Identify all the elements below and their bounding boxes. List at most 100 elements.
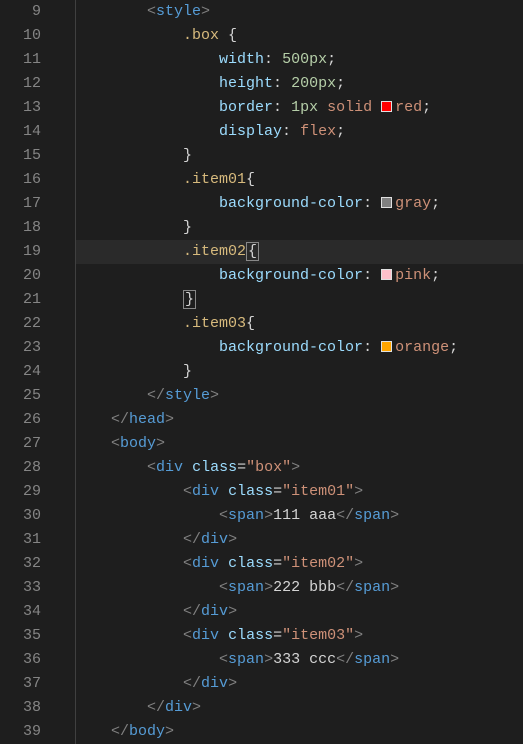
line-number: 15	[0, 144, 41, 168]
token-punc: >	[228, 531, 237, 548]
color-swatch-icon	[381, 269, 392, 280]
token-brace: }	[183, 363, 192, 380]
code-line[interactable]: <div class="box">	[75, 456, 523, 480]
code-line[interactable]: .item02{	[75, 240, 523, 264]
token-tag: div	[165, 699, 192, 716]
code-area[interactable]: <style> .box { width: 500px; height: 200…	[55, 0, 523, 744]
line-number: 38	[0, 696, 41, 720]
line-number: 28	[0, 456, 41, 480]
token-tag: span	[228, 579, 264, 596]
code-line[interactable]: background-color: pink;	[75, 264, 523, 288]
token-tag: span	[354, 507, 390, 524]
token-punc: </	[183, 675, 201, 692]
token-tag: style	[156, 3, 201, 20]
line-number: 31	[0, 528, 41, 552]
code-line[interactable]: </body>	[75, 720, 523, 744]
code-line[interactable]: .item03{	[75, 312, 523, 336]
token-brace: {	[246, 242, 259, 261]
token-prop: background-color	[219, 339, 363, 356]
line-number: 39	[0, 720, 41, 744]
line-number: 12	[0, 72, 41, 96]
token-brace: {	[246, 171, 255, 188]
token-punc: >	[354, 627, 363, 644]
code-line[interactable]: </div>	[75, 696, 523, 720]
color-swatch-icon	[381, 341, 392, 352]
code-line[interactable]: <div class="item01">	[75, 480, 523, 504]
code-line[interactable]: height: 200px;	[75, 72, 523, 96]
token-punc: >	[156, 435, 165, 452]
code-line[interactable]: .item01{	[75, 168, 523, 192]
token-punc: </	[336, 507, 354, 524]
code-line[interactable]: background-color: orange;	[75, 336, 523, 360]
code-line[interactable]: display: flex;	[75, 120, 523, 144]
token-str: "item03"	[282, 627, 354, 644]
token-eq: =	[237, 459, 246, 476]
token-num: 500px	[282, 51, 327, 68]
code-line[interactable]: <span>333 ccc</span>	[75, 648, 523, 672]
line-number: 35	[0, 624, 41, 648]
token-tag: div	[192, 483, 219, 500]
code-line[interactable]: }	[75, 360, 523, 384]
code-line[interactable]: <style>	[75, 0, 523, 24]
token-punc: <	[219, 579, 228, 596]
code-line[interactable]: <div class="item03">	[75, 624, 523, 648]
code-line[interactable]: }	[75, 216, 523, 240]
token-prop: background-color	[219, 195, 363, 212]
token-punc: <	[219, 651, 228, 668]
token-punc: >	[192, 699, 201, 716]
token-val: flex	[300, 123, 336, 140]
token-punc: >	[291, 459, 300, 476]
token-punc: >	[264, 651, 273, 668]
token-val: solid	[327, 99, 372, 116]
token-val: red	[395, 99, 422, 116]
code-line[interactable]: </div>	[75, 528, 523, 552]
code-line[interactable]: <div class="item02">	[75, 552, 523, 576]
line-number: 27	[0, 432, 41, 456]
token-punc: >	[390, 579, 399, 596]
token-prop: background-color	[219, 267, 363, 284]
token-punc: >	[165, 723, 174, 740]
token-text: 111 aaa	[273, 507, 336, 524]
code-line[interactable]: </div>	[75, 672, 523, 696]
token-eq: =	[273, 627, 282, 644]
line-number: 18	[0, 216, 41, 240]
code-line[interactable]: .box {	[75, 24, 523, 48]
token-brace: {	[228, 27, 237, 44]
code-line[interactable]: </head>	[75, 408, 523, 432]
line-number: 17	[0, 192, 41, 216]
token-colon	[372, 99, 381, 116]
code-line[interactable]: <span>111 aaa</span>	[75, 504, 523, 528]
code-line[interactable]: </div>	[75, 600, 523, 624]
line-number-gutter: 9101112131415161718192021222324252627282…	[0, 0, 55, 744]
token-tag: div	[201, 531, 228, 548]
code-line[interactable]: <span>222 bbb</span>	[75, 576, 523, 600]
code-line[interactable]: <body>	[75, 432, 523, 456]
token-tag: div	[192, 627, 219, 644]
token-brace: {	[246, 315, 255, 332]
line-number: 32	[0, 552, 41, 576]
token-tag: div	[201, 675, 228, 692]
token-attr: class	[228, 483, 273, 500]
code-editor[interactable]: 9101112131415161718192021222324252627282…	[0, 0, 523, 744]
token-punc: <	[111, 435, 120, 452]
code-line[interactable]: </style>	[75, 384, 523, 408]
code-line[interactable]: border: 1px solid red;	[75, 96, 523, 120]
code-line[interactable]: }	[75, 288, 523, 312]
token-prop: width	[219, 51, 264, 68]
code-line[interactable]: width: 500px;	[75, 48, 523, 72]
token-text: 222 bbb	[273, 579, 336, 596]
line-number: 36	[0, 648, 41, 672]
token-colon: :	[282, 123, 300, 140]
code-line[interactable]: }	[75, 144, 523, 168]
line-number: 33	[0, 576, 41, 600]
token-punc: >	[264, 507, 273, 524]
token-tag: style	[165, 387, 210, 404]
token-val: orange	[395, 339, 449, 356]
code-line[interactable]: background-color: gray;	[75, 192, 523, 216]
token-tag: span	[228, 507, 264, 524]
token-punc: >	[354, 555, 363, 572]
token-tag: span	[354, 651, 390, 668]
token-punc: >	[201, 3, 210, 20]
line-number: 11	[0, 48, 41, 72]
token-punc: >	[165, 411, 174, 428]
